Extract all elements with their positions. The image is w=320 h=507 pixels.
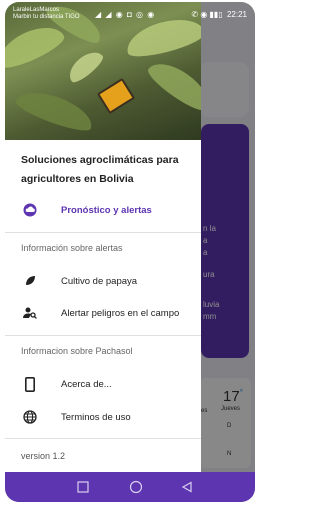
recents-square-icon[interactable] [77,480,91,494]
system-navigation-bar [5,472,255,502]
nav-item-label: Acerca de... [61,378,112,390]
leaf-icon [21,272,39,290]
carrier-info: LaraleLasMarcos Marbin tu distancia TIGO [13,7,80,20]
nav-item-label: Alertar peligros en el campo [61,307,180,319]
phone-icon [21,375,39,393]
globe-icon [21,408,39,426]
app-version: version 1.2 [21,451,66,461]
nav-item-pronostico[interactable]: Pronóstico y alertas [5,196,201,224]
section-header-pachasol: Informacion sobre Pachasol [21,346,133,356]
cloud-icon [21,201,39,219]
nav-item-papaya[interactable]: Cultivo de papaya [5,267,201,295]
sensor-device [96,77,136,115]
nav-item-label: Pronóstico y alertas [61,204,152,216]
divider [5,335,201,336]
nav-item-label: Cultivo de papaya [61,275,138,287]
drawer-title: Soluciones agroclimáticas para agriculto… [21,154,179,185]
nav-item-terminos[interactable]: Terminos de uso [5,403,201,431]
status-right: ✆ ◉ ▮▮▯ 22:21 [191,10,247,19]
section-header-alerts: Información sobre alertas [21,243,123,253]
home-circle-icon[interactable] [129,480,143,494]
status-right-icons: ✆ ◉ ▮▮▯ [191,10,223,19]
divider [5,232,201,233]
person-search-icon [21,304,39,322]
back-triangle-icon[interactable] [181,480,195,494]
status-icons: ◢ ◢ ◉ ◘ ◎ ◉ [95,10,156,19]
navigation-drawer: Soluciones agroclimáticas para agriculto… [5,2,201,472]
status-bar: LaraleLasMarcos Marbin tu distancia TIGO… [5,2,255,26]
nav-item-label: Terminos de uso [61,411,131,423]
nav-item-alertar-peligros[interactable]: Alertar peligros en el campo [5,299,201,327]
divider [5,438,201,439]
nav-item-acerca[interactable]: Acerca de... [5,370,201,398]
status-time: 22:21 [226,10,247,19]
phone-frame: n la a a ura luvia mm es 17° Jueves D N … [5,2,255,502]
